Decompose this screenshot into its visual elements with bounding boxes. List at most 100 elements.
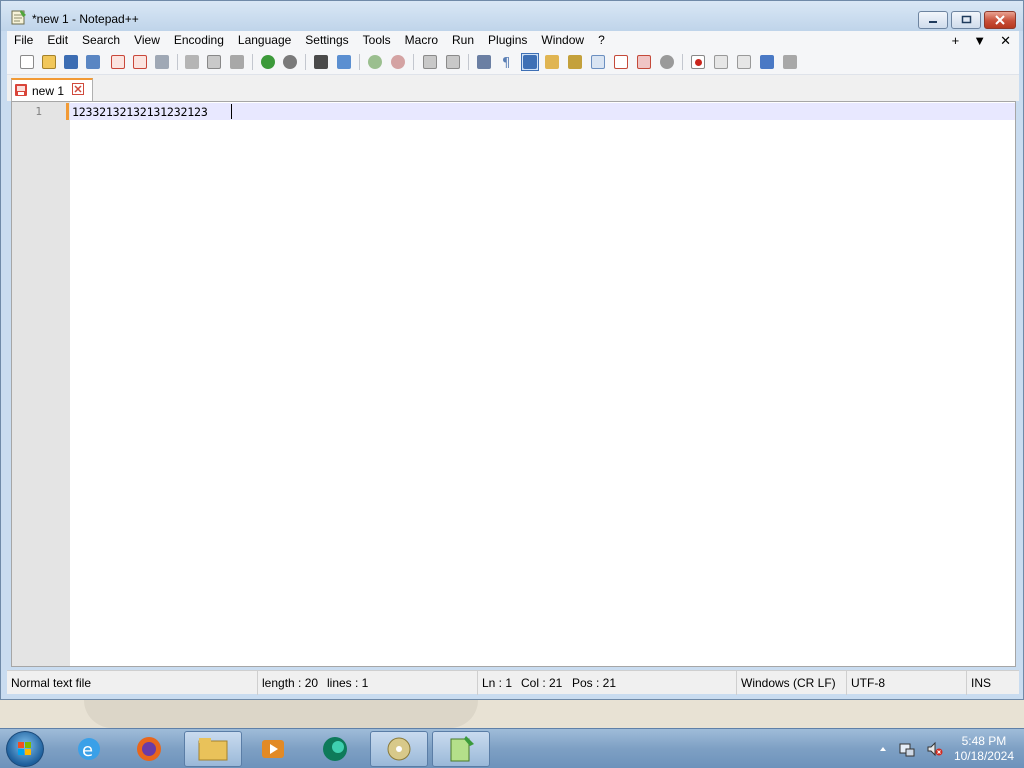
editor-line-text[interactable]: 12332132132131232123 (72, 105, 208, 119)
new-file-button[interactable] (18, 53, 36, 71)
taskbar-disc-app[interactable] (370, 731, 428, 767)
network-icon[interactable] (898, 740, 916, 758)
pilcrow-icon: ¶ (502, 56, 510, 69)
menu-tools[interactable]: Tools (356, 31, 398, 50)
change-history-marker (66, 103, 69, 120)
status-ln: Ln : 1 (477, 671, 517, 695)
window-title: *new 1 - Notepad++ (32, 12, 139, 26)
toolbar-separator (252, 54, 253, 70)
replace-button[interactable] (335, 53, 353, 71)
line-number: 1 (35, 105, 42, 118)
save-all-button[interactable] (84, 53, 102, 71)
stop-icon (714, 55, 728, 69)
close-button[interactable] (984, 11, 1016, 29)
menu-edit[interactable]: Edit (40, 31, 75, 50)
close-document-button[interactable]: ✕ (1000, 31, 1011, 50)
function-list-button[interactable] (589, 53, 607, 71)
menu-encoding[interactable]: Encoding (167, 31, 231, 50)
sync-horizontal-icon (446, 55, 460, 69)
print-button[interactable] (153, 53, 171, 71)
udl-icon (545, 55, 559, 69)
playback-macro-button[interactable] (735, 53, 753, 71)
volume-muted-icon[interactable] (926, 740, 944, 758)
indent-guide-button[interactable] (521, 53, 539, 71)
redo-button[interactable] (281, 53, 299, 71)
cut-button[interactable] (183, 53, 201, 71)
show-hidden-icons-icon[interactable] (878, 744, 888, 754)
menu-search[interactable]: Search (75, 31, 127, 50)
titlebar[interactable]: *new 1 - Notepad++ (1, 1, 1023, 31)
paste-button[interactable] (228, 53, 246, 71)
undo-icon (261, 55, 275, 69)
run-macro-multiple-button[interactable] (758, 53, 776, 71)
speech-button[interactable] (658, 53, 676, 71)
zoom-in-icon (368, 55, 382, 69)
replace-icon (337, 55, 351, 69)
monitoring-button[interactable] (635, 53, 653, 71)
menu-macro[interactable]: Macro (398, 31, 445, 50)
fast-forward-icon (760, 55, 774, 69)
copy-button[interactable] (205, 53, 223, 71)
desktop-background (84, 700, 478, 728)
document-map-button[interactable] (566, 53, 584, 71)
start-button[interactable] (6, 731, 44, 767)
minimize-icon (929, 21, 937, 23)
zoom-out-icon (391, 55, 405, 69)
status-eol: Windows (CR LF) (736, 671, 846, 695)
user-defined-language-button[interactable] (543, 53, 561, 71)
save-macro-button[interactable] (781, 53, 799, 71)
menu-run[interactable]: Run (445, 31, 481, 50)
word-wrap-icon (477, 55, 491, 69)
undo-button[interactable] (259, 53, 277, 71)
find-button[interactable] (312, 53, 330, 71)
zoom-out-button[interactable] (389, 53, 407, 71)
restore-icon (961, 15, 972, 24)
open-file-button[interactable] (40, 53, 58, 71)
notepad-window: *new 1 - Notepad++ File Edit Search View… (0, 0, 1024, 700)
folder-as-workspace-button[interactable] (612, 53, 630, 71)
text-editor[interactable]: 1 12332132132131232123 (11, 101, 1016, 667)
restore-button[interactable] (951, 11, 981, 29)
show-all-characters-button[interactable]: ¶ (497, 53, 515, 71)
menu-window[interactable]: Window (534, 31, 591, 50)
menu-file[interactable]: File (7, 31, 40, 50)
tab-list-dropdown-button[interactable]: ▼ (973, 31, 986, 50)
toolbar-separator (468, 54, 469, 70)
menu-settings[interactable]: Settings (298, 31, 355, 50)
record-macro-button[interactable] (689, 53, 707, 71)
minimize-button[interactable] (918, 11, 948, 29)
new-tab-plus-button[interactable]: + (952, 31, 960, 50)
taskbar-notepad-plus-plus[interactable] (432, 731, 490, 767)
close-all-button[interactable] (131, 53, 149, 71)
sync-vertical-icon (423, 55, 437, 69)
close-file-button[interactable] (109, 53, 127, 71)
save-icon (64, 55, 78, 69)
save-button[interactable] (62, 53, 80, 71)
tab-new-1[interactable]: new 1 (11, 78, 93, 101)
taskbar-firefox[interactable] (120, 731, 178, 767)
zoom-in-button[interactable] (366, 53, 384, 71)
save-all-icon (86, 55, 100, 69)
clock-date: 10/18/2024 (953, 749, 1014, 763)
folder-icon (198, 738, 228, 761)
menu-language[interactable]: Language (231, 31, 298, 50)
statusbar: Normal text file length : 20 lines : 1 L… (7, 670, 1019, 695)
function-list-icon (591, 55, 605, 69)
menu-help[interactable]: ? (591, 31, 612, 50)
notepad-plus-plus-icon (450, 736, 474, 762)
clock[interactable]: 5:48 PM 10/18/2024 (954, 734, 1014, 764)
sync-vertical-button[interactable] (421, 53, 439, 71)
sync-horizontal-button[interactable] (444, 53, 462, 71)
menu-view[interactable]: View (127, 31, 167, 50)
word-wrap-button[interactable] (475, 53, 493, 71)
taskbar-media-player[interactable] (244, 731, 302, 767)
stop-recording-button[interactable] (712, 53, 730, 71)
taskbar-file-explorer[interactable] (184, 731, 242, 767)
indent-guide-icon (523, 55, 537, 69)
binoculars-icon (314, 55, 328, 69)
tab-close-icon[interactable] (72, 83, 84, 95)
status-file-type: Normal text file (11, 676, 92, 690)
taskbar-internet-explorer[interactable]: e (60, 731, 118, 767)
taskbar-green-app[interactable] (306, 731, 364, 767)
menu-plugins[interactable]: Plugins (481, 31, 534, 50)
